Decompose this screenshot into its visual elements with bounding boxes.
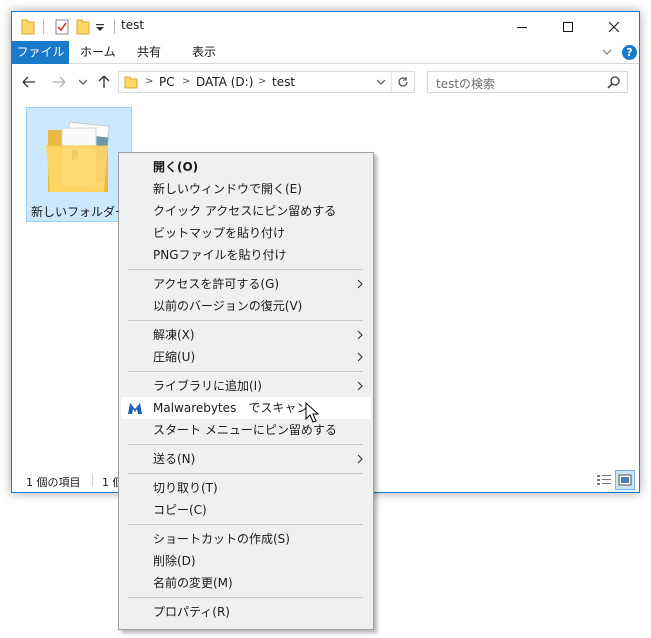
refresh-icon	[397, 77, 408, 87]
back-button[interactable]	[21, 74, 37, 90]
menu-item-paste-png[interactable]: PNGファイルを貼り付け	[121, 244, 371, 266]
menu-item-label: 圧縮(U)	[153, 350, 196, 364]
menu-item-open-new-window[interactable]: 新しいウィンドウで開く(E)	[121, 178, 371, 200]
large-icons-view-icon	[618, 474, 632, 486]
quick-access-divider	[43, 19, 44, 34]
menu-item-label: Malwarebytes でスキャン	[153, 401, 309, 415]
menu-item-malwarebytes-scan[interactable]: Malwarebytes でスキャン	[121, 397, 371, 419]
tab-share[interactable]: 共有	[126, 41, 172, 64]
refresh-button[interactable]	[391, 72, 413, 92]
item-count: 1 個の項目	[26, 476, 81, 489]
arrow-left-icon	[22, 76, 35, 88]
menu-separator	[128, 269, 363, 270]
tab-home[interactable]: ホーム	[69, 41, 127, 64]
close-button[interactable]	[591, 12, 637, 41]
details-view-button[interactable]	[595, 471, 613, 489]
menu-item-paste-bitmap[interactable]: ビットマップを貼り付け	[121, 222, 371, 244]
menu-separator	[128, 371, 363, 372]
chevron-right-icon	[357, 381, 363, 391]
new-folder-icon[interactable]	[76, 18, 90, 35]
menu-separator	[128, 320, 363, 321]
search-input[interactable]: testの検索	[436, 75, 495, 92]
ribbon-tabs: ファイル ホーム 共有 表示 ?	[12, 41, 639, 64]
title-divider	[114, 19, 115, 34]
menu-item-cut[interactable]: 切り取り(T)	[121, 477, 371, 499]
menu-item-rename[interactable]: 名前の変更(M)	[121, 572, 371, 594]
menu-separator	[128, 444, 363, 445]
menu-item-open[interactable]: 開く(O)	[121, 156, 371, 178]
search-box[interactable]: testの検索	[427, 71, 628, 93]
folder-name: 新しいフォルダー	[30, 205, 127, 219]
chevron-right-icon	[357, 330, 363, 340]
search-icon[interactable]	[607, 75, 621, 89]
context-menu: 開く(O) 新しいウィンドウで開く(E) クイック アクセスにピン留めする ビッ…	[118, 152, 374, 630]
menu-item-restore-versions[interactable]: 以前のバージョンの復元(V)	[121, 295, 371, 317]
menu-separator	[128, 597, 363, 598]
status-divider	[92, 474, 93, 487]
folder-item-selected[interactable]: 新しいフォルダー	[26, 107, 132, 222]
recent-locations-button[interactable]	[75, 74, 91, 90]
help-button[interactable]: ?	[622, 45, 637, 60]
breadcrumb-drive[interactable]: DATA (D:)	[196, 75, 253, 89]
chevron-right-icon	[357, 279, 363, 289]
menu-item-delete[interactable]: 削除(D)	[121, 550, 371, 572]
menu-item-give-access[interactable]: アクセスを許可する(G)	[121, 273, 371, 295]
forward-button[interactable]	[51, 74, 67, 90]
menu-item-compress[interactable]: 圧縮(U)	[121, 346, 371, 368]
large-icons-view-button[interactable]	[615, 470, 635, 490]
maximize-icon	[563, 21, 573, 32]
menu-item-pin-quick-access[interactable]: クイック アクセスにピン留めする	[121, 200, 371, 222]
properties-icon[interactable]	[55, 18, 69, 35]
folder-icon[interactable]	[21, 18, 35, 35]
menu-item-label: 解凍(X)	[153, 328, 195, 342]
folder-icon	[124, 76, 138, 89]
folder-icon	[46, 121, 110, 192]
mouse-cursor-icon	[305, 402, 320, 423]
up-button[interactable]	[96, 74, 112, 90]
arrow-right-icon	[53, 76, 66, 88]
menu-separator	[128, 524, 363, 525]
minimize-button[interactable]	[499, 12, 545, 41]
menu-item-add-to-library[interactable]: ライブラリに追加(I)	[121, 375, 371, 397]
tab-file[interactable]: ファイル	[12, 41, 69, 64]
breadcrumb-separator[interactable]: >	[258, 76, 266, 87]
maximize-button[interactable]	[545, 12, 591, 41]
menu-item-label: ライブラリに追加(I)	[153, 379, 262, 393]
customize-quick-access-icon[interactable]	[95, 18, 105, 35]
title-bar: test	[12, 12, 639, 41]
details-view-icon	[597, 475, 611, 485]
menu-separator	[128, 473, 363, 474]
menu-item-label: アクセスを許可する(G)	[153, 277, 280, 291]
menu-item-extract[interactable]: 解凍(X)	[121, 324, 371, 346]
menu-item-create-shortcut[interactable]: ショートカットの作成(S)	[121, 528, 371, 550]
menu-item-copy[interactable]: コピー(C)	[121, 499, 371, 521]
tab-view[interactable]: 表示	[181, 41, 227, 64]
chevron-down-icon	[79, 79, 87, 85]
menu-item-label: 送る(N)	[153, 452, 196, 466]
navigation-bar: > PC > DATA (D:) > test testの検索	[12, 65, 639, 100]
breadcrumb-separator[interactable]: >	[182, 76, 190, 87]
breadcrumb-separator[interactable]: >	[145, 76, 153, 87]
chevron-down-icon[interactable]	[376, 78, 386, 86]
arrow-up-icon	[98, 75, 110, 88]
breadcrumb-pc[interactable]: PC	[159, 75, 175, 89]
address-bar[interactable]: > PC > DATA (D:) > test	[118, 71, 415, 93]
window-title: test	[121, 18, 145, 32]
menu-item-properties[interactable]: プロパティ(R)	[121, 601, 371, 623]
close-icon	[609, 21, 619, 32]
menu-item-send-to[interactable]: 送る(N)	[121, 448, 371, 470]
chevron-right-icon	[357, 454, 363, 464]
chevron-right-icon	[357, 352, 363, 362]
breadcrumb-current[interactable]: test	[272, 75, 295, 89]
menu-item-pin-start[interactable]: スタート メニューにピン留めする	[121, 419, 371, 441]
expand-ribbon-icon[interactable]	[601, 46, 613, 58]
malwarebytes-icon	[128, 403, 142, 414]
minimize-icon	[517, 26, 527, 28]
